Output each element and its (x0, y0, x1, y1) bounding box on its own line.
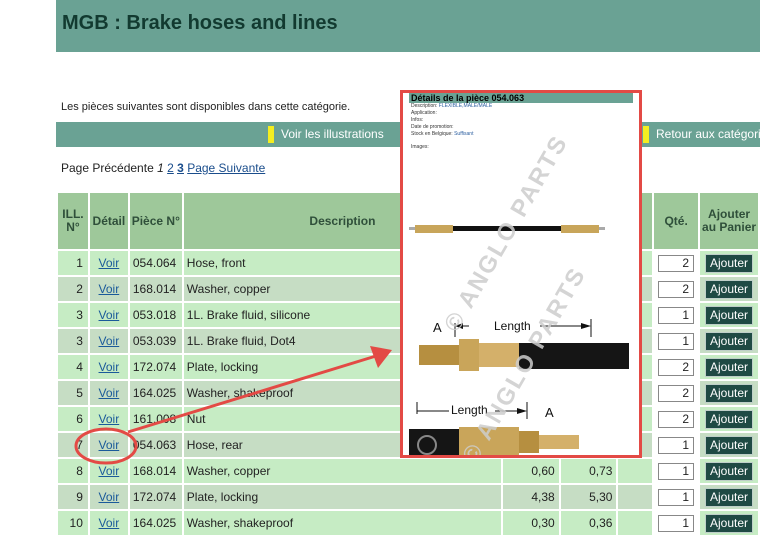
ill-number: 2 (58, 277, 88, 301)
detail-link[interactable]: Voir (99, 256, 120, 270)
col-u-cell (618, 485, 653, 509)
detail-link[interactable]: Voir (99, 308, 120, 322)
ill-number: 9 (58, 485, 88, 509)
part-number: 054.063 (129, 433, 182, 457)
detail-link[interactable]: Voir (99, 490, 120, 504)
ill-number: 8 (58, 459, 88, 483)
col-part-number: Pièce N° (129, 193, 182, 249)
quantity-input[interactable]: 1 (658, 462, 695, 480)
col-qty: Qté. (654, 193, 699, 249)
part-description: Washer, shakeproof (183, 511, 502, 535)
quantity-input[interactable]: 2 (658, 280, 695, 298)
price-1: 4,38 (503, 485, 559, 509)
quantity-input[interactable]: 2 (658, 410, 695, 428)
detail-link[interactable]: Voir (99, 386, 120, 400)
add-to-cart-button[interactable]: Ajouter (705, 487, 754, 507)
add-to-cart-button[interactable]: Ajouter (705, 513, 754, 533)
col-add: Ajouter au Panier (700, 193, 758, 249)
ill-number: 6 (58, 407, 88, 431)
pagination: Page Précédente 1 2 3 Page Suivante (61, 161, 265, 175)
intro-text: Les pièces suivantes sont disponibles da… (61, 101, 351, 113)
back-to-categories-button[interactable]: Retour aux catégories (643, 126, 773, 143)
price-2: 5,30 (560, 485, 617, 509)
col-detail: Détail (89, 193, 128, 249)
price-2: 0,36 (560, 511, 617, 535)
table-row: 8 Voir 168.014 Washer, copper 0,60 0,73 1 Ajout… (58, 459, 758, 483)
ill-number: 4 (58, 355, 88, 379)
quantity-input[interactable]: 2 (658, 358, 695, 376)
detail-link[interactable]: Voir (99, 412, 120, 426)
table-row: 10 Voir 164.025 Washer, shakeproof 0,30 0,36 1… (58, 511, 758, 535)
part-number: 172.074 (129, 485, 182, 509)
col-u-cell (618, 459, 653, 483)
detail-link[interactable]: Voir (99, 282, 120, 296)
view-illustrations-button[interactable]: Voir les illustrations (268, 126, 384, 143)
detail-link[interactable]: Voir (99, 464, 120, 478)
detail-link[interactable]: Voir (99, 516, 120, 530)
detail-link[interactable]: Voir (99, 334, 120, 348)
add-to-cart-button[interactable]: Ajouter (705, 435, 754, 455)
page-2-link[interactable]: 2 (167, 161, 174, 175)
quantity-input[interactable]: 1 (658, 436, 695, 454)
add-to-cart-button[interactable]: Ajouter (705, 409, 754, 429)
hose-illustration: A Length Length A (409, 225, 629, 455)
part-number: 053.018 (129, 303, 182, 327)
detail-link[interactable]: Voir (99, 360, 120, 374)
page-3-link[interactable]: 3 (177, 161, 184, 175)
ill-number: 5 (58, 381, 88, 405)
ill-number: 1 (58, 251, 88, 275)
part-description: Plate, locking (183, 485, 502, 509)
part-number: 053.039 (129, 329, 182, 353)
add-to-cart-button[interactable]: Ajouter (705, 253, 754, 273)
page-title: MGB : Brake hoses and lines (62, 12, 338, 34)
add-to-cart-button[interactable]: Ajouter (705, 305, 754, 325)
part-number: 164.025 (129, 511, 182, 535)
price-1: 0,30 (503, 511, 559, 535)
part-number: 168.014 (129, 277, 182, 301)
quantity-input[interactable]: 1 (658, 332, 695, 350)
add-to-cart-button[interactable]: Ajouter (705, 357, 754, 377)
ill-number: 3 (58, 303, 88, 327)
table-row: 9 Voir 172.074 Plate, locking 4,38 5,30 1 Ajout… (58, 485, 758, 509)
quantity-input[interactable]: 2 (658, 254, 695, 272)
part-description: Washer, copper (183, 459, 502, 483)
ill-number: 3 (58, 329, 88, 353)
ill-number: 10 (58, 511, 88, 535)
quantity-input[interactable]: 1 (658, 514, 695, 532)
quantity-input[interactable]: 2 (658, 384, 695, 402)
part-number: 168.014 (129, 459, 182, 483)
detail-link[interactable]: Voir (99, 438, 120, 452)
add-to-cart-button[interactable]: Ajouter (705, 461, 754, 481)
add-to-cart-button[interactable]: Ajouter (705, 331, 754, 351)
part-number: 161.008 (129, 407, 182, 431)
part-number: 054.064 (129, 251, 182, 275)
quantity-input[interactable]: 1 (658, 306, 695, 324)
col-ill: ILL. N° (58, 193, 88, 249)
page-1: 1 (157, 161, 164, 175)
add-to-cart-button[interactable]: Ajouter (705, 383, 754, 403)
next-page-link[interactable]: Page Suivante (187, 161, 265, 175)
col-u-cell (618, 511, 653, 535)
label-length-1: Length (494, 319, 531, 333)
part-detail-popup: Détails de la pièce 054.063 Description:… (400, 90, 642, 458)
prev-page-label: Page Précédente (61, 161, 154, 175)
price-2: 0,73 (560, 459, 617, 483)
part-number: 164.025 (129, 381, 182, 405)
part-number: 172.074 (129, 355, 182, 379)
ill-number: 7 (58, 433, 88, 457)
price-1: 0,60 (503, 459, 559, 483)
page-header: MGB : Brake hoses and lines (56, 0, 760, 52)
add-to-cart-button[interactable]: Ajouter (705, 279, 754, 299)
quantity-input[interactable]: 1 (658, 488, 695, 506)
label-a-2: A (545, 405, 554, 420)
